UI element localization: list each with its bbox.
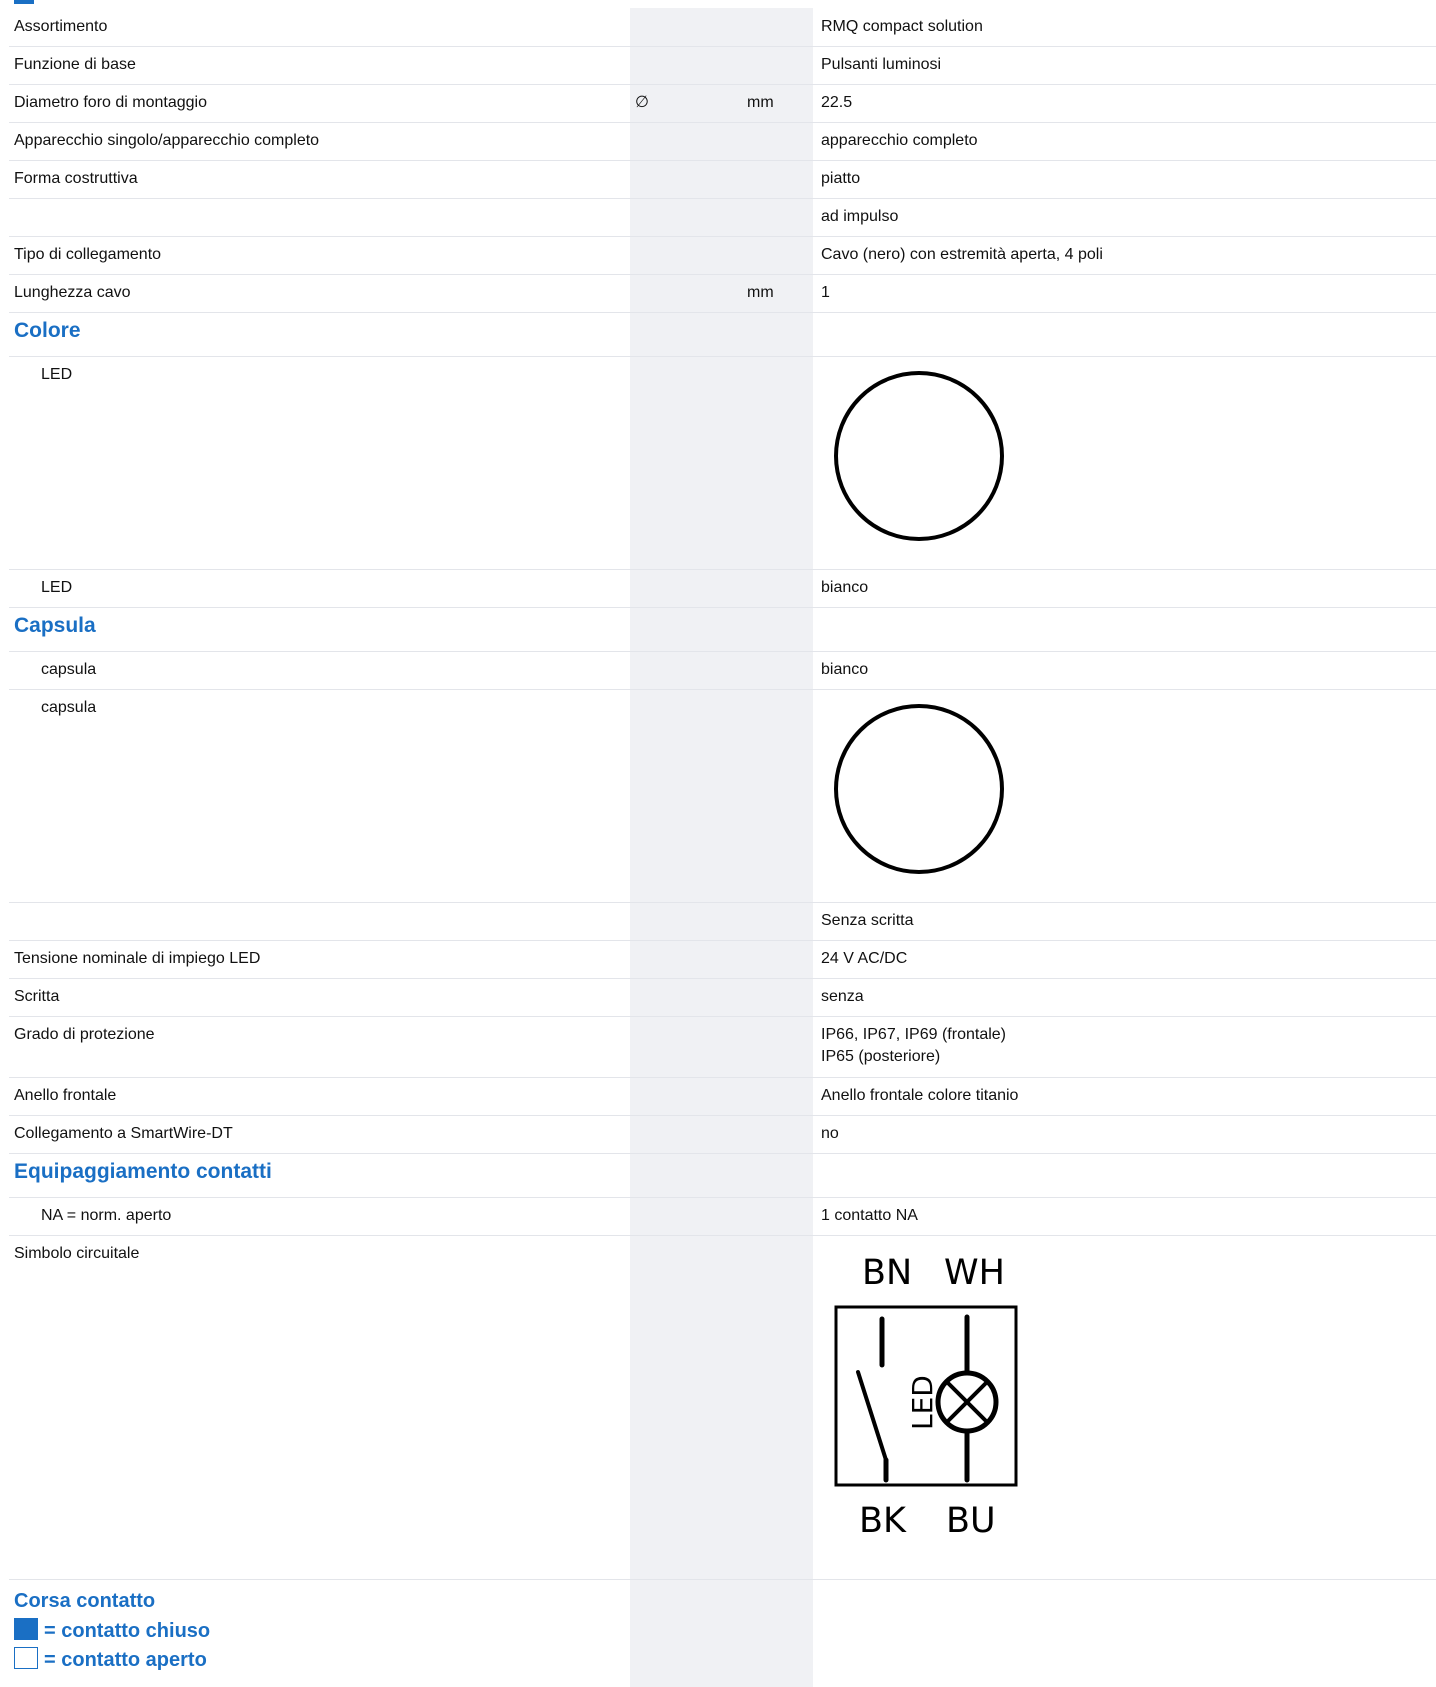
section-heading: Equipaggiamento contatti (14, 1160, 272, 1183)
row-label: Collegamento a SmartWire-DT (14, 1125, 233, 1142)
spec-row: capsula bianco (9, 651, 1436, 690)
row-unit: mm (747, 94, 774, 111)
spec-row: Anello frontale Anello frontale colore t… (9, 1077, 1436, 1116)
spec-row: NA = norm. aperto 1 contatto NA (9, 1197, 1436, 1236)
row-label: capsula (41, 699, 97, 716)
row-value: bianco (821, 579, 869, 596)
row-label: Forma costruttiva (14, 170, 138, 187)
section-heading-row: Capsula (9, 607, 1436, 652)
terminal-bu-label: BU (946, 1501, 996, 1541)
row-symbol: ∅ (635, 94, 649, 111)
spec-row: Tipo di collegamento Cavo (nero) con est… (9, 236, 1436, 275)
row-value: no (821, 1125, 839, 1142)
row-label: Scritta (14, 988, 60, 1005)
led-text-label: LED (906, 1375, 939, 1430)
row-label: Apparecchio singolo/apparecchio completo (14, 132, 320, 149)
row-value: 1 contatto NA (821, 1207, 918, 1224)
legend-closed: = contatto chiuso (14, 1618, 210, 1643)
section-heading-row: Colore (9, 312, 1436, 357)
contact-switch-blade (856, 1370, 888, 1462)
row-value: bianco (821, 661, 869, 678)
row-label: LED (41, 579, 73, 596)
spec-row: Tensione nominale di impiego LED 24 V AC… (9, 940, 1436, 979)
capsule-circle-icon (834, 704, 1004, 874)
legend-closed-text: = contatto chiuso (44, 1620, 211, 1642)
row-value: Pulsanti luminosi (821, 56, 942, 73)
contact-open-swatch-icon (14, 1647, 38, 1669)
row-value: ad impulso (821, 208, 899, 225)
spec-row: Diametro foro di montaggio ∅ mm 22.5 (9, 84, 1436, 123)
contact-closed-swatch-icon (14, 1618, 38, 1640)
section-heading-row: Equipaggiamento contatti (9, 1153, 1436, 1198)
row-label: Lunghezza cavo (14, 284, 131, 301)
row-value: 24 V AC/DC (821, 950, 908, 967)
terminal-wh-label: WH (944, 1253, 1005, 1293)
row-value: Cavo (nero) con estremità aperta, 4 poli (821, 246, 1103, 263)
spec-table: Assortimento RMQ compact solution Funzio… (9, 8, 1436, 1687)
previous-section-heading-fragment (14, 0, 34, 4)
spec-row-image: capsula (9, 689, 1436, 903)
spec-row: Assortimento RMQ compact solution (9, 8, 1436, 47)
spec-row: Funzione di base Pulsanti luminosi (9, 46, 1436, 85)
row-value: Senza scritta (821, 912, 914, 929)
spec-row: ad impulso (9, 198, 1436, 237)
spec-row: LED bianco (9, 569, 1436, 608)
row-value: RMQ compact solution (821, 18, 983, 35)
row-value: Anello frontale colore titanio (821, 1087, 1019, 1104)
legend-open-text: = contatto aperto (44, 1649, 207, 1671)
row-label: capsula (41, 661, 97, 678)
led-circle-icon (834, 371, 1004, 541)
spec-row: Apparecchio singolo/apparecchio completo… (9, 122, 1436, 161)
section-heading: Colore (14, 319, 81, 342)
spec-row: Senza scritta (9, 902, 1436, 941)
row-label: Anello frontale (14, 1087, 117, 1104)
terminal-bk-label: BK (859, 1501, 907, 1541)
row-label: Diametro foro di montaggio (14, 94, 207, 111)
legend-open: = contatto aperto (14, 1647, 207, 1672)
spec-row-diagram: Simbolo circuitale BN WH LED BK BU (9, 1235, 1436, 1580)
spec-row: Lunghezza cavo mm 1 (9, 274, 1436, 313)
spec-row-image: LED (9, 356, 1436, 570)
terminal-bn-label: BN (862, 1253, 912, 1293)
row-label: Tensione nominale di impiego LED (14, 950, 261, 967)
row-label: Tipo di collegamento (14, 246, 162, 263)
row-value: senza (821, 988, 864, 1005)
row-unit: mm (747, 284, 774, 301)
row-label: Funzione di base (14, 56, 136, 73)
row-value-line2: IP65 (posteriore) (821, 1048, 941, 1065)
row-label: LED (41, 366, 73, 383)
row-label: Assortimento (14, 18, 108, 35)
section-heading: Capsula (14, 614, 96, 637)
row-label: Simbolo circuitale (14, 1245, 140, 1262)
spec-row: Scritta senza (9, 978, 1436, 1017)
row-label: Grado di protezione (14, 1026, 155, 1043)
row-value: apparecchio completo (821, 132, 978, 149)
spec-row: Forma costruttiva piatto (9, 160, 1436, 199)
row-value: 22.5 (821, 94, 853, 111)
circuit-symbol-diagram: BN WH LED BK BU (834, 1253, 1018, 1541)
row-value: IP66, IP67, IP69 (frontale) (821, 1026, 1006, 1043)
spec-row: Collegamento a SmartWire-DT no (9, 1115, 1436, 1154)
row-value: 1 (821, 284, 830, 301)
row-label: NA = norm. aperto (41, 1207, 172, 1224)
corsa-heading: Corsa contatto (14, 1590, 156, 1612)
spec-row: Grado di protezione IP66, IP67, IP69 (fr… (9, 1016, 1436, 1078)
row-value: piatto (821, 170, 861, 187)
